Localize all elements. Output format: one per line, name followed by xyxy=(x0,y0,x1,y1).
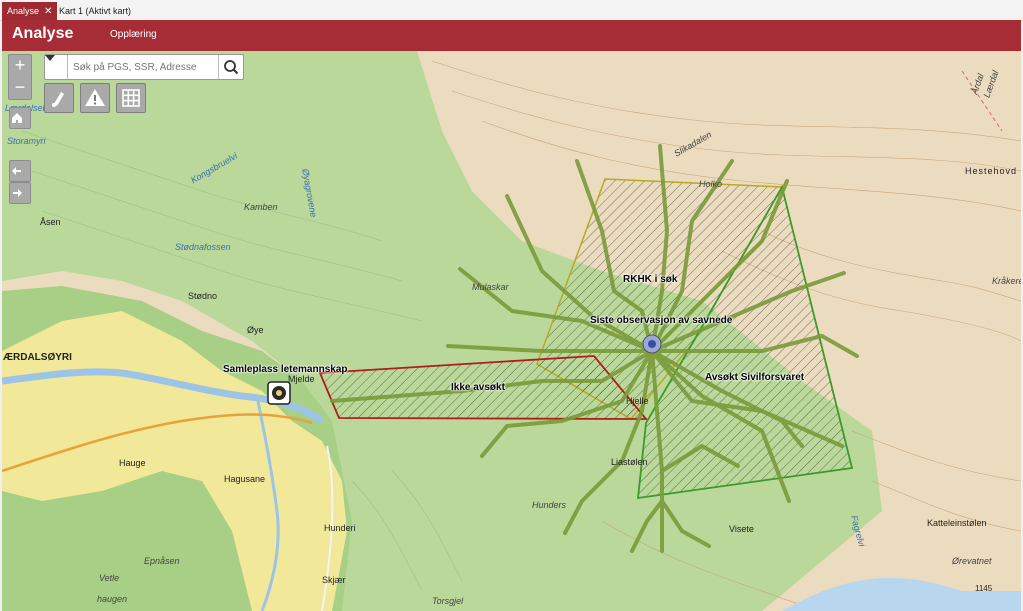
place-label: Hunders xyxy=(532,500,567,510)
map-svg xyxy=(2,51,1021,611)
place-label: Holko xyxy=(699,179,723,189)
place-label: Kamben xyxy=(244,202,278,212)
place-label: Epnåsen xyxy=(144,556,180,566)
place-label: Stødno xyxy=(188,291,218,301)
zoom-control: + − xyxy=(8,54,32,100)
search-button[interactable] xyxy=(218,55,243,79)
place-label: Øye xyxy=(247,325,264,335)
place-label: Storamyri xyxy=(7,136,46,146)
marker-last-seen[interactable] xyxy=(642,334,662,354)
marker-label-last-seen: Siste observasjon av savnede xyxy=(590,315,733,326)
warning-icon xyxy=(85,89,105,106)
place-label: Liastølen xyxy=(611,457,648,467)
zoom-in-button[interactable]: + xyxy=(9,55,31,77)
place-label: Åsen xyxy=(40,217,61,227)
place-label: Torsgjel xyxy=(432,596,464,606)
zoom-out-button[interactable]: − xyxy=(9,77,31,99)
place-label: 1145 xyxy=(975,584,993,593)
place-label: ÆRDALSØYRI xyxy=(3,352,72,363)
place-label: Visete xyxy=(729,524,754,534)
warning-button[interactable] xyxy=(80,83,110,113)
place-label: Hjelle xyxy=(626,396,649,406)
forward-arrow-icon xyxy=(13,189,22,197)
place-label: Mjelde xyxy=(288,374,315,384)
place-label: Skjær xyxy=(322,575,346,585)
place-label: haugen xyxy=(97,594,128,604)
search-dropdown[interactable] xyxy=(45,55,68,79)
home-icon xyxy=(12,113,22,123)
area-label-rkhk: RKHK i søk xyxy=(623,274,678,285)
place-label: Kråkereppane xyxy=(992,276,1021,286)
draw-marker-button[interactable] xyxy=(44,83,74,113)
tab-analyse-label: Analyse xyxy=(7,6,40,16)
place-label: Hunderi xyxy=(324,523,356,533)
marker-label-rally-point: Samleplass letemannskap xyxy=(223,364,348,375)
tab-analyse[interactable]: Analyse ✕ xyxy=(2,2,58,20)
app-title: Analyse xyxy=(12,25,74,42)
map-canvas[interactable]: RKHK i søk Ikke avsøkt Avsøkt Sivilforsv… xyxy=(2,51,1021,611)
search-box xyxy=(44,54,244,80)
place-label: Stødnafossen xyxy=(175,242,231,252)
search-icon xyxy=(224,60,239,75)
marker-rally-point[interactable] xyxy=(267,381,291,405)
grid-button[interactable] xyxy=(116,83,146,113)
tab-strip: Analyse ✕ Kart 1 (Aktivt kart) xyxy=(0,0,1023,21)
search-input[interactable] xyxy=(71,58,209,76)
chevron-down-icon xyxy=(45,55,55,61)
place-label: Vetle xyxy=(99,573,120,583)
place-label: Katteleinstølen xyxy=(927,518,987,528)
nav-opplaering[interactable]: Opplæring xyxy=(110,29,157,40)
grid-icon xyxy=(122,89,140,107)
area-label-ikke-avsokt: Ikke avsøkt xyxy=(451,382,505,393)
back-arrow-icon xyxy=(12,167,21,175)
place-label: Ørevatnet xyxy=(952,556,992,566)
place-label: Hauge xyxy=(119,458,146,468)
forward-button[interactable] xyxy=(9,182,31,204)
app-header: Analyse Opplæring xyxy=(2,20,1021,51)
place-label: Mulaskar xyxy=(472,282,509,292)
area-label-avsokt: Avsøkt Sivilforsvaret xyxy=(705,372,805,383)
close-icon[interactable]: ✕ xyxy=(44,6,52,17)
place-label: Hestehovd xyxy=(965,166,1018,176)
tab-kart-1[interactable]: Kart 1 (Aktivt kart) xyxy=(54,2,136,20)
back-button[interactable] xyxy=(9,160,31,182)
home-button[interactable] xyxy=(9,107,31,129)
draw-marker-icon xyxy=(52,92,64,107)
place-label: Hagusane xyxy=(224,474,266,484)
